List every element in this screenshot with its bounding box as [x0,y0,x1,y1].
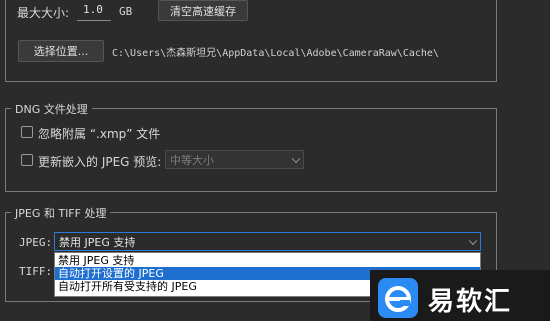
jpeg-handling-select[interactable]: 禁用 JPEG 支持 [54,232,481,251]
ignore-sidecar-label: 忽略附属 “.xmp” 文件 [38,127,161,141]
watermark-text: 易软汇 [428,287,513,317]
jpeg-selected-value: 禁用 JPEG 支持 [59,235,136,249]
jpeg-tiff-legend: JPEG 和 TIFF 处理 [11,205,111,221]
jpeg-option-disable[interactable]: 禁用 JPEG 支持 [55,254,480,267]
chevron-down-icon [468,236,478,245]
cache-path: C:\Users\杰森斯坦兄\AppData\Local\Adobe\Camer… [112,48,439,59]
max-size-label: 最大大小: [17,6,70,20]
max-size-input[interactable]: 1.0 [77,1,111,21]
update-preview-label: 更新嵌入的 JPEG 预览: [38,155,162,169]
ignore-sidecar-checkbox[interactable] [21,126,33,138]
jpeg-label: JPEG: [19,236,53,249]
dng-legend: DNG 文件处理 [11,101,92,117]
purge-cache-button[interactable]: 清空高速缓存 [158,0,248,21]
watermark: 易软汇 [370,270,550,321]
watermark-logo-icon [378,278,418,318]
chevron-down-icon [291,154,301,163]
max-size-unit: GB [119,5,133,18]
update-preview-checkbox[interactable] [21,154,33,166]
preview-size-select[interactable]: 中等大小 [165,150,304,169]
preview-size-value: 中等大小 [170,153,214,167]
tiff-label: TIFF: [19,265,53,278]
select-location-button[interactable]: 选择位置... [18,40,104,62]
